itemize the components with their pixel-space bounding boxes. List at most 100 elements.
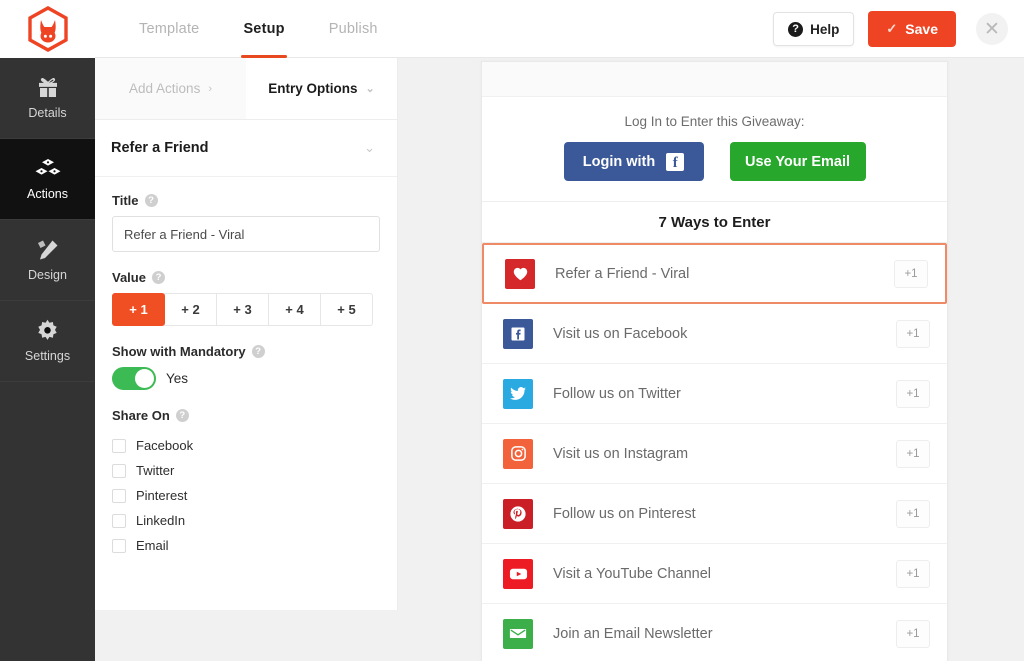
sidebar-item-details-label: Details: [28, 105, 67, 120]
entry-label: Visit a YouTube Channel: [553, 565, 712, 582]
sidebar-item-details[interactable]: Details: [0, 58, 95, 139]
kingsumo-rabbit-logo: [27, 5, 68, 52]
value-option-5[interactable]: + 5: [320, 293, 373, 326]
app-root: Template Setup Publish ? Help ✓ Save ✕ D…: [0, 0, 1024, 661]
share-checkbox-twitter[interactable]: Twitter: [112, 458, 380, 483]
entry-points: +1: [896, 439, 930, 468]
share-checkbox-linkedin[interactable]: LinkedIn: [112, 508, 380, 533]
title-input-value: Refer a Friend - Viral: [124, 226, 245, 242]
close-icon[interactable]: ✕: [976, 13, 1008, 45]
value-option-1[interactable]: + 1: [112, 293, 165, 326]
entry-row[interactable]: Follow us on Pinterest +1: [482, 484, 947, 544]
entry-row[interactable]: Visit us on Instagram +1: [482, 424, 947, 484]
mandatory-toggle[interactable]: [112, 367, 156, 390]
entry-label: Visit us on Instagram: [553, 445, 689, 462]
sidebar-item-design-label: Design: [28, 267, 67, 282]
entry-label: Join an Email Newsletter: [553, 625, 713, 642]
twitter-icon: [503, 378, 533, 409]
checkbox-icon: [112, 463, 126, 478]
entry-label: Visit us on Facebook: [553, 325, 688, 342]
subtab-entry-options[interactable]: Entry Options ⌄: [246, 58, 397, 119]
help-circle-icon[interactable]: ?: [251, 345, 265, 358]
help-circle-icon[interactable]: ?: [175, 409, 189, 422]
chevron-down-icon: ⌄: [365, 83, 375, 95]
chevron-down-icon[interactable]: ⌄: [364, 140, 375, 156]
entry-row[interactable]: Join an Email Newsletter +1: [482, 604, 947, 661]
value-option-4[interactable]: + 4: [268, 293, 321, 326]
facebook-icon: [503, 318, 533, 349]
facebook-icon: f: [666, 152, 685, 171]
facebook-login-button[interactable]: Login with f: [563, 142, 704, 181]
sidebar-nav: Details Actions Design Settings: [0, 58, 95, 661]
sidebar-item-actions[interactable]: Actions: [0, 139, 95, 220]
instagram-icon: [503, 438, 533, 469]
share-label-text: Share On: [112, 408, 170, 423]
sidebar-item-settings[interactable]: Settings: [0, 301, 95, 382]
entry-points: +1: [896, 619, 930, 648]
heart-icon: [505, 258, 535, 289]
entry-label: Follow us on Twitter: [553, 385, 681, 402]
tab-template[interactable]: Template: [117, 0, 221, 58]
share-checkbox-pinterest-label: Pinterest: [136, 488, 188, 503]
form-body: Title ? Refer a Friend - Viral Value ? +…: [95, 177, 397, 558]
title-field-label: Title ?: [112, 193, 380, 208]
sidebar-item-design[interactable]: Design: [0, 220, 95, 301]
youtube-icon: [503, 558, 533, 589]
entry-label: Follow us on Pinterest: [553, 505, 696, 522]
entry-row[interactable]: Refer a Friend - Viral +1: [482, 243, 947, 304]
ways-to-enter-heading: 7 Ways to Enter: [482, 202, 947, 243]
share-field-label: Share On ?: [112, 408, 380, 423]
entry-points: +1: [896, 319, 930, 348]
mandatory-toggle-state: Yes: [166, 371, 189, 386]
tab-publish[interactable]: Publish: [307, 0, 400, 58]
entry-points: +1: [896, 559, 930, 588]
checkbox-icon: [112, 538, 126, 553]
save-button-label: Save: [905, 21, 938, 37]
tab-template-label: Template: [139, 20, 200, 37]
entry-points: +1: [894, 259, 928, 288]
share-checkbox-facebook[interactable]: Facebook: [112, 433, 380, 458]
help-circle-icon[interactable]: ?: [144, 194, 158, 207]
subtab-entry-options-label: Entry Options: [268, 81, 358, 96]
login-prompt: Log In to Enter this Giveaway:: [624, 114, 805, 129]
subtab-add-actions[interactable]: Add Actions ›: [95, 58, 246, 119]
main-tabs: Template Setup Publish: [117, 0, 400, 58]
tab-publish-label: Publish: [328, 20, 378, 37]
value-option-3[interactable]: + 3: [216, 293, 269, 326]
checkbox-icon: [112, 513, 126, 528]
facebook-login-label: Login with: [582, 153, 656, 170]
share-checkbox-email[interactable]: Email: [112, 533, 380, 558]
app-logo[interactable]: [0, 0, 95, 58]
email-login-button[interactable]: Use Your Email: [729, 142, 866, 181]
help-circle-icon[interactable]: ?: [151, 271, 165, 284]
top-bar-actions: ? Help ✓ Save ✕: [773, 0, 1024, 58]
toggle-knob: [135, 369, 154, 388]
gift-icon: [36, 77, 60, 99]
tab-setup[interactable]: Setup: [221, 0, 306, 58]
value-label-text: Value: [112, 270, 146, 285]
share-checkbox-pinterest[interactable]: Pinterest: [112, 483, 380, 508]
section-header-refer-a-friend[interactable]: Refer a Friend ⌄: [95, 120, 397, 177]
entry-row[interactable]: Visit us on Facebook +1: [482, 304, 947, 364]
entry-row[interactable]: Follow us on Twitter +1: [482, 364, 947, 424]
entry-points: +1: [896, 379, 930, 408]
save-button[interactable]: ✓ Save: [868, 11, 956, 47]
giveaway-preview-panel: Log In to Enter this Giveaway: Login wit…: [481, 61, 948, 661]
chevron-right-icon: ›: [208, 82, 212, 95]
value-option-group: + 1 + 2 + 3 + 4 + 5: [112, 293, 380, 326]
title-input[interactable]: Refer a Friend - Viral: [112, 216, 380, 252]
panel-subtabs: Add Actions › Entry Options ⌄: [95, 58, 397, 120]
entry-label: Refer a Friend - Viral: [555, 265, 690, 282]
tab-setup-label: Setup: [243, 20, 285, 37]
mandatory-label-text: Show with Mandatory: [112, 344, 246, 359]
share-checkbox-email-label: Email: [136, 538, 169, 553]
login-block: Log In to Enter this Giveaway: Login wit…: [482, 97, 947, 202]
help-button[interactable]: ? Help: [773, 12, 855, 46]
gear-icon: [36, 319, 59, 342]
mandatory-toggle-row: Yes: [112, 367, 380, 390]
help-button-label: Help: [810, 21, 840, 37]
question-mark-icon: ?: [788, 21, 804, 37]
entry-row[interactable]: Visit a YouTube Channel +1: [482, 544, 947, 604]
sidebar-item-actions-label: Actions: [27, 186, 68, 201]
value-option-2[interactable]: + 2: [164, 293, 217, 326]
